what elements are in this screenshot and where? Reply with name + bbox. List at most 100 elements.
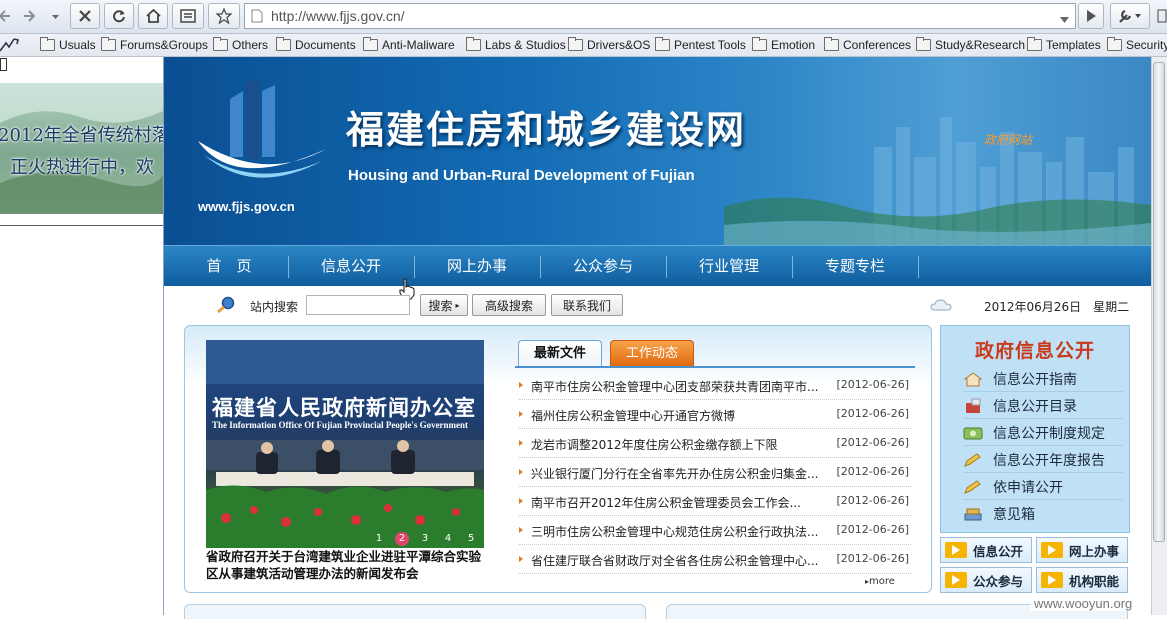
press-conference-image [206,340,484,548]
bullet-icon [519,498,523,504]
bookmark-documents[interactable]: Documents [276,37,356,53]
news-item[interactable]: 兴业银行厦门分行在全省率先开办住房公积金归集金... [2012-06-26] [519,459,911,487]
bookmark-emotion[interactable]: Emotion [752,37,815,53]
ad-line-1: 2012年全省传统村落 [0,125,163,146]
slide-page-3[interactable]: 3 [418,532,432,546]
bookmark-apps-icon[interactable] [0,37,22,53]
folder-icon [101,37,116,51]
bullet-icon [519,527,523,533]
wrench-menu-icon[interactable] [1110,3,1150,29]
bookmark-usuals[interactable]: Usuals [40,37,96,53]
bookmark-security[interactable]: Security [1107,37,1167,53]
more-link[interactable]: ▸more [865,576,895,587]
contact-us-button[interactable]: 联系我们 [551,294,623,316]
photo-header-text: 福建省人民政府新闻办公室 [212,395,476,420]
close-ad-icon[interactable] [0,58,7,71]
nav-item-home[interactable]: 首 页 [184,246,274,286]
nav-item-industry-management[interactable]: 行业管理 [684,246,774,286]
stop-icon[interactable] [70,3,100,29]
nav-separator [666,256,667,278]
news-item[interactable]: 三明市住房公积金管理中心规范住房公积金行政执法... [2012-06-26] [519,517,911,545]
page-icon [251,9,263,26]
site-banner: 福建住房和城乡建设网 Housing and Urban-Rural Devel… [164,57,1151,245]
quick-online-service-button[interactable]: 网上办事 [1036,537,1128,563]
news-item[interactable]: 龙岩市调整2012年度住房公积金缴存额上下限 [2012-06-26] [519,430,911,458]
folder-icon [752,37,767,51]
page-menu-icon[interactable] [1154,3,1167,29]
divider [0,225,163,226]
gov-info-title: 政府信息公开 [974,340,1095,362]
tab-work-updates[interactable]: 工作动态 [610,340,694,366]
gov-info-apply-link[interactable]: 依申请公开 [963,475,1123,500]
folder-icon [213,37,228,51]
bookmark-drivers-os[interactable]: Drivers&OS [568,37,650,53]
news-item[interactable]: 南平市住房公积金管理中心团支部荣获共青团南平市... [2012-06-26] [519,372,911,400]
arrow-right-icon [1041,572,1063,588]
gov-info-regulations-link[interactable]: 信息公开制度规定 [963,421,1123,446]
home-icon[interactable] [138,3,168,29]
news-item[interactable]: 南平市召开2012年住房公积金管理委员会工作会... [2012-06-26] [519,488,911,516]
bookmark-others[interactable]: Others [213,37,268,53]
news-panel: 福建省人民政府新闻办公室 The Information Office Of F… [184,325,932,593]
arrow-right-icon [945,572,967,588]
bookmark-anti-maliware[interactable]: Anti-Maliware [363,37,455,53]
lower-panel-left [184,604,646,619]
gov-website-link[interactable]: 政府网站 [984,131,1032,148]
bookmark-forums-groups[interactable]: Forums&Groups [101,37,208,53]
quick-public-participation-button[interactable]: 公众参与 [940,567,1032,593]
nav-separator [288,256,289,278]
reload-icon[interactable] [104,3,134,29]
gov-info-annual-report-link[interactable]: 信息公开年度报告 [963,448,1123,473]
slide-page-2-active[interactable]: 2 [395,532,409,546]
history-dropdown-icon[interactable] [46,3,64,29]
bookmark-pentest-tools[interactable]: Pentest Tools [655,37,746,53]
books-icon [964,508,982,521]
bookmark-study-research[interactable]: Study&Research [916,37,1025,53]
nav-item-info-public[interactable]: 信息公开 [306,246,396,286]
news-item[interactable]: 福州住房公积金管理中心开通官方微博 [2012-06-26] [519,401,911,429]
search-input[interactable] [306,295,410,315]
quick-info-public-button[interactable]: 信息公开 [940,537,1032,563]
address-dropdown-icon[interactable] [1060,13,1069,27]
search-button[interactable]: 搜索 ▸ [420,294,468,316]
site-logo-icon [198,81,326,178]
nav-item-public-participation[interactable]: 公众参与 [558,246,648,286]
bookmark-star-icon[interactable] [208,3,240,29]
folder-icon [568,37,583,51]
site-url-label: www.fjjs.gov.cn [198,199,295,214]
left-ad-banner[interactable]: 2012年全省传统村落 正火热进行中，欢 [0,83,163,214]
news-item[interactable]: 省住建厅联合省财政厅对全省各住房公积金管理中心... [2012-06-26] [519,546,911,574]
forward-icon[interactable] [18,3,42,29]
page-icon[interactable] [172,3,204,29]
bookmark-templates[interactable]: Templates [1027,37,1101,53]
arrow-right-icon [945,542,967,558]
bookmark-labs-studios[interactable]: Labs & Studios [466,37,566,53]
advanced-search-button[interactable]: 高级搜索 [472,294,546,316]
gov-info-catalog-link[interactable]: 信息公开目录 [963,394,1123,419]
back-icon[interactable] [0,3,14,29]
slide-page-5[interactable]: 5 [464,532,478,546]
go-icon[interactable] [1078,3,1104,29]
bullet-icon [519,469,523,475]
quick-organization-functions-button[interactable]: 机构职能 [1036,567,1128,593]
photo-subheader-text: The Information Office Of Fujian Provinc… [212,420,469,430]
tab-latest-documents[interactable]: 最新文件 [518,340,602,366]
bookmark-conferences[interactable]: Conferences [824,37,911,53]
slide-page-1[interactable]: 1 [372,532,386,546]
slide-page-4[interactable]: 4 [441,532,455,546]
watermark: www.wooyun.org [1030,596,1137,611]
bullet-icon [519,382,523,388]
scrollbar-thumb[interactable] [1153,62,1165,542]
city-skyline-image [724,117,1151,245]
nav-item-online-service[interactable]: 网上办事 [432,246,522,286]
address-bar[interactable]: http://www.fjjs.gov.cn/ [244,3,1076,29]
folder-icon [824,37,839,51]
photo-caption-link[interactable]: 省政府召开关于台湾建筑业企业进驻平潭综合实验区从事建筑活动管理办法的新闻发布会 [206,548,486,582]
arrow-right-icon: ▸ [455,300,460,310]
news-photo[interactable]: 福建省人民政府新闻办公室 The Information Office Of F… [206,340,484,548]
gov-info-panel: 政府信息公开 信息公开指南 信息公开目录 信息公开制度规定 信息公开年度报告 依… [940,325,1130,533]
gov-info-suggestion-box-link[interactable]: 意见箱 [963,502,1123,526]
nav-item-special-topics[interactable]: 专题专栏 [810,246,900,286]
nav-separator [540,256,541,278]
gov-info-guide-link[interactable]: 信息公开指南 [963,367,1123,392]
